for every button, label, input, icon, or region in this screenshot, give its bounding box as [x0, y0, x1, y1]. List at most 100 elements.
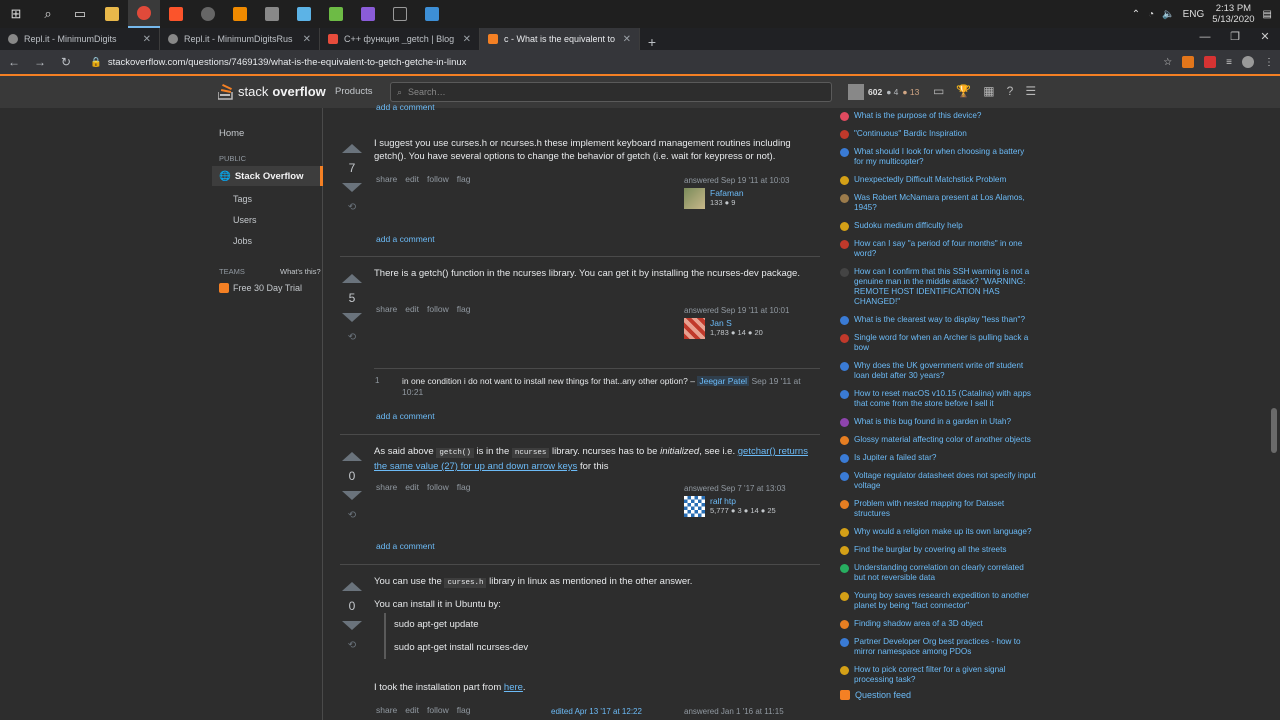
paint-icon[interactable]	[288, 0, 320, 28]
hot-question-item[interactable]: Sudoku medium difficulty help	[840, 221, 1036, 231]
hot-question-item[interactable]: Was Robert McNamara present at Los Alamo…	[840, 193, 1036, 213]
tab-replit-minimumdigits[interactable]: Repl.it - MinimumDigits ✕	[0, 28, 160, 50]
upvote-arrow-icon[interactable]	[342, 582, 362, 591]
hot-question-item[interactable]: Find the burglar by covering all the str…	[840, 545, 1036, 555]
reload-icon[interactable]: ↻	[58, 55, 74, 69]
upvote-arrow-icon[interactable]	[342, 144, 362, 153]
hot-question-item[interactable]: What is the clearest way to display "les…	[840, 315, 1036, 325]
bookmark-star-icon[interactable]: ☆	[1163, 57, 1172, 68]
history-icon[interactable]: ⟲	[340, 332, 364, 343]
user-name[interactable]: Jan S	[710, 318, 763, 328]
share-link[interactable]: share	[376, 304, 397, 314]
hot-question-item[interactable]: Problem with nested mapping for Dataset …	[840, 499, 1036, 519]
site-switcher-icon[interactable]: ☰	[1025, 84, 1036, 98]
close-window-icon[interactable]: ✕	[1250, 28, 1280, 46]
hot-question-item[interactable]: Partner Developer Org best practices - h…	[840, 637, 1036, 657]
hot-question-item[interactable]: Finding shadow area of a 3D object	[840, 619, 1036, 629]
edit-link[interactable]: edit	[405, 174, 419, 184]
vlc-icon[interactable]	[224, 0, 256, 28]
hot-question-item[interactable]: "Continuous" Bardic Inspiration	[840, 129, 1036, 139]
notifications-icon[interactable]: ▤	[1263, 9, 1272, 20]
network-icon[interactable]: ◔	[1148, 9, 1154, 20]
nav-home[interactable]: Home	[219, 128, 244, 139]
task-view-icon[interactable]: ▭	[64, 0, 96, 28]
edit-link[interactable]: edit	[405, 482, 419, 492]
scrollbar[interactable]	[1268, 108, 1280, 720]
flag-link[interactable]: flag	[457, 174, 471, 184]
user-name[interactable]: ralf htp	[710, 496, 776, 506]
windows-start-icon[interactable]: ⊞	[0, 0, 32, 28]
hot-question-item[interactable]: What is the purpose of this device?	[840, 111, 1036, 121]
hot-question-item[interactable]: Glossy material affecting color of anoth…	[840, 435, 1036, 445]
here-link[interactable]: here	[504, 682, 523, 693]
close-tab-icon[interactable]: ✕	[143, 34, 151, 45]
review-queue-icon[interactable]: ▦	[983, 84, 994, 98]
notepad-icon[interactable]	[320, 0, 352, 28]
comment-user[interactable]: Jeegar Patel	[697, 376, 750, 386]
avatar[interactable]	[684, 496, 705, 517]
avatar[interactable]	[684, 318, 705, 339]
share-link[interactable]: share	[376, 705, 397, 715]
flag-link[interactable]: flag	[457, 705, 471, 715]
steam-icon[interactable]	[192, 0, 224, 28]
close-tab-icon[interactable]: ✕	[623, 34, 631, 45]
history-icon[interactable]: ⟲	[340, 202, 364, 213]
add-comment-link[interactable]: add a comment	[376, 541, 435, 551]
hot-question-item[interactable]: What is this bug found in a garden in Ut…	[840, 417, 1036, 427]
add-comment-link[interactable]: add a comment	[376, 234, 435, 244]
terminal-icon[interactable]	[384, 0, 416, 28]
share-link[interactable]: share	[376, 174, 397, 184]
tab-cpp-getch-blog[interactable]: C++ функция _getch | Blog ✕	[320, 28, 480, 50]
downvote-arrow-icon[interactable]	[342, 183, 362, 192]
teams-whats-this-link[interactable]: What's this?	[280, 267, 321, 276]
question-feed-link[interactable]: Question feed	[840, 690, 911, 700]
extension-icon[interactable]	[1204, 56, 1217, 68]
add-comment-link[interactable]: add a comment	[376, 102, 435, 112]
nav-stackoverflow[interactable]: 🌐 Stack Overflow	[212, 166, 323, 186]
hot-question-item[interactable]: How can I confirm that this SSH warning …	[840, 267, 1036, 307]
language-indicator[interactable]: ENG	[1183, 9, 1205, 20]
hot-question-item[interactable]: How to pick correct filter for a given s…	[840, 665, 1036, 685]
upvote-arrow-icon[interactable]	[342, 274, 362, 283]
so-logo[interactable]: stack overflow	[218, 82, 326, 100]
follow-link[interactable]: follow	[427, 705, 449, 715]
scrollbar-thumb[interactable]	[1271, 408, 1277, 453]
hot-question-item[interactable]: What should I look for when choosing a b…	[840, 147, 1036, 167]
nav-jobs[interactable]: Jobs	[233, 236, 252, 246]
follow-link[interactable]: follow	[427, 482, 449, 492]
hot-question-item[interactable]: How can I say "a period of four months" …	[840, 239, 1036, 259]
share-link[interactable]: share	[376, 482, 397, 492]
hot-question-item[interactable]: Why does the UK government write off stu…	[840, 361, 1036, 381]
avatar[interactable]	[684, 188, 705, 209]
help-icon[interactable]: ?	[1007, 84, 1014, 98]
user-name[interactable]: Fafaman	[710, 188, 744, 198]
hot-question-item[interactable]: Voltage regulator datasheet does not spe…	[840, 471, 1036, 491]
hot-question-item[interactable]: How to reset macOS v10.15 (Catalina) wit…	[840, 389, 1036, 409]
tab-stackoverflow-getch[interactable]: c - What is the equivalent to getc ✕	[480, 28, 640, 50]
maximize-icon[interactable]: ❐	[1220, 28, 1250, 46]
downvote-arrow-icon[interactable]	[342, 621, 362, 630]
add-comment-link[interactable]: add a comment	[376, 411, 435, 421]
back-icon[interactable]: ←	[6, 55, 22, 69]
profile-avatar[interactable]	[1242, 56, 1254, 68]
flag-link[interactable]: flag	[457, 482, 471, 492]
upvote-arrow-icon[interactable]	[342, 452, 362, 461]
free-trial-link[interactable]: Free 30 Day Trial	[219, 283, 302, 293]
edit-link[interactable]: edit	[405, 705, 419, 715]
history-icon[interactable]: ⟲	[340, 510, 364, 521]
close-tab-icon[interactable]: ✕	[303, 34, 311, 45]
close-tab-icon[interactable]: ✕	[463, 34, 471, 45]
search-icon[interactable]: ⌕	[32, 0, 64, 28]
remote-desktop-icon[interactable]	[416, 0, 448, 28]
edit-link[interactable]: edit	[405, 304, 419, 314]
downvote-arrow-icon[interactable]	[342, 491, 362, 500]
achievements-icon[interactable]: 🏆	[956, 84, 971, 98]
flag-link[interactable]: flag	[457, 304, 471, 314]
metamask-icon[interactable]	[1182, 56, 1195, 68]
downvote-arrow-icon[interactable]	[342, 313, 362, 322]
nav-tags[interactable]: Tags	[233, 194, 252, 204]
user-profile-link[interactable]: 602 ● 4 ● 13	[848, 84, 919, 100]
volume-icon[interactable]: 🔈	[1162, 9, 1174, 20]
minimize-icon[interactable]: —	[1190, 28, 1220, 46]
new-tab-button[interactable]: +	[640, 34, 664, 50]
